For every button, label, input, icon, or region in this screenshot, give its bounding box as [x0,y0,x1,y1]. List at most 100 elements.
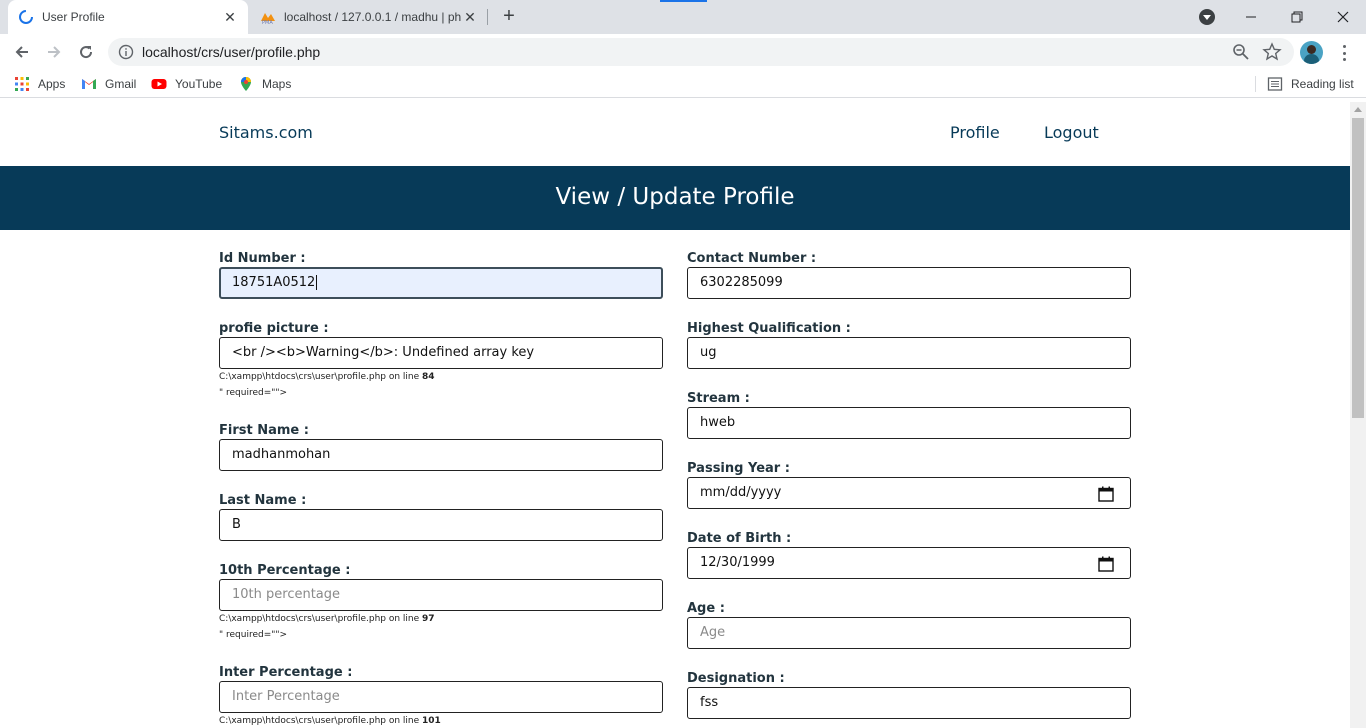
arrow-right-icon [48,46,61,58]
gmail-icon [82,79,96,89]
nav-profile-link[interactable]: Profile [950,123,1000,142]
id-number-input[interactable]: 18751A0512 [219,267,663,299]
bookmarks-bar: Apps Gmail YouTube Maps Reading list [0,70,1366,98]
close-icon [1337,11,1349,23]
page-title-banner: View / Update Profile [0,166,1350,230]
bookmark-label: Apps [38,77,66,91]
age-field: Age : Age [687,601,1131,649]
inter-percentage-label: Inter Percentage : [219,665,353,680]
last-name-field: Last Name : B [219,493,663,541]
bookmark-label: Gmail [105,77,137,91]
forward-button[interactable] [42,40,66,64]
inter-percentage-input[interactable]: Inter Percentage [219,681,663,713]
arrow-left-icon [15,46,28,58]
close-tab-icon[interactable]: ✕ [222,9,238,26]
svg-text:PMA: PMA [262,20,273,25]
site-brand-link[interactable]: Sitams.com [219,123,313,142]
qualification-input[interactable]: ug [687,337,1131,369]
first-name-input[interactable]: madhanmohan [219,439,663,471]
tab-search-icon[interactable] [1199,9,1215,25]
bookmark-youtube[interactable]: YouTube [151,76,222,92]
php-warning-tail: " required=""> [219,388,288,398]
bookmark-maps[interactable]: Maps [238,76,291,92]
page-scrollbar[interactable] [1350,102,1366,728]
info-icon[interactable] [118,44,134,60]
back-button[interactable] [10,40,34,64]
tenth-percentage-field: 10th Percentage : 10th percentage C:\xam… [219,563,663,640]
page-title: View / Update Profile [555,184,795,210]
new-tab-button[interactable]: + [498,6,520,28]
tab-title: localhost / 127.0.0.1 / madhu | ph [284,10,462,24]
bookmarks-divider [1255,76,1256,92]
last-name-input[interactable]: B [219,509,663,541]
profile-picture-label: profie picture : [219,321,329,336]
browser-menu-icon[interactable] [1336,43,1352,63]
stream-input[interactable]: hweb [687,407,1131,439]
contact-number-input[interactable]: 6302285099 [687,267,1131,299]
bookmark-apps[interactable]: Apps [14,76,65,92]
id-number-value: 18751A0512 [232,275,316,290]
zoom-icon[interactable] [1232,43,1250,61]
tenth-percentage-label: 10th Percentage : [219,563,351,578]
stream-label: Stream : [687,391,750,406]
scroll-up-arrow-icon[interactable] [1354,107,1362,112]
close-tab-icon[interactable]: ✕ [462,9,478,26]
bookmark-gmail[interactable]: Gmail [81,76,136,92]
passing-year-input[interactable]: mm/dd/yyyy [687,477,1131,509]
site-navbar: Sitams.com Profile Logout [0,102,1350,166]
restore-button[interactable] [1274,0,1320,34]
reload-button[interactable] [74,40,98,64]
restore-icon [1291,11,1303,23]
nav-logout-link[interactable]: Logout [1044,123,1099,142]
reading-list-label: Reading list [1291,77,1354,91]
tab-divider [487,9,488,25]
phpmyadmin-icon: PMA [261,13,275,25]
reading-list-button[interactable]: Reading list [1267,76,1354,92]
designation-input[interactable]: fss [687,687,1131,719]
apps-grid-icon [15,77,29,91]
contact-number-field: Contact Number : 6302285099 [687,251,1131,299]
passing-year-label: Passing Year : [687,461,790,476]
inter-percentage-field: Inter Percentage : Inter Percentage C:\x… [219,665,663,726]
tab-phpmyadmin[interactable]: PMA localhost / 127.0.0.1 / madhu | ph ✕ [250,0,488,34]
url-text[interactable]: localhost/crs/user/profile.php [142,44,320,60]
scrollbar-thumb[interactable] [1352,118,1364,418]
calendar-icon[interactable] [1098,556,1114,572]
last-name-label: Last Name : [219,493,307,508]
qualification-label: Highest Qualification : [687,321,851,336]
php-warning-text: C:\xampp\htdocs\crs\user\profile.php on … [219,614,435,624]
date-of-birth-input[interactable]: 12/30/1999 [687,547,1131,579]
tenth-percentage-input[interactable]: 10th percentage [219,579,663,611]
reading-list-icon [1267,77,1283,91]
tab-title: User Profile [42,10,105,24]
bookmark-label: YouTube [175,77,223,91]
address-bar[interactable]: localhost/crs/user/profile.php [108,38,1294,66]
passing-year-field: Passing Year : mm/dd/yyyy [687,461,1131,509]
tab-user-profile[interactable]: User Profile ✕ [8,0,248,34]
date-of-birth-field: Date of Birth : 12/30/1999 [687,531,1131,579]
age-input[interactable]: Age [687,617,1131,649]
tab-drag-indicator [660,0,707,2]
date-of-birth-label: Date of Birth : [687,531,792,546]
profile-avatar[interactable] [1300,41,1323,64]
php-warning-text: C:\xampp\htdocs\crs\user\profile.php on … [219,716,441,726]
contact-number-label: Contact Number : [687,251,817,266]
calendar-icon[interactable] [1098,486,1114,502]
text-caret [316,275,318,290]
id-number-field: Id Number : 18751A0512 [219,251,663,299]
profile-picture-field: profie picture : <br /><b>Warning</b>: U… [219,321,663,398]
profile-form: Id Number : 18751A0512 profie picture : … [0,230,1350,728]
profile-picture-input[interactable]: <br /><b>Warning</b>: Undefined array ke… [219,337,663,369]
first-name-label: First Name : [219,423,309,438]
qualification-field: Highest Qualification : ug [687,321,1131,369]
minimize-icon [1246,16,1256,18]
maps-icon [241,77,251,91]
id-number-label: Id Number : [219,251,306,266]
reload-icon [80,46,93,59]
designation-label: Designation : [687,671,785,686]
page-viewport: Sitams.com Profile Logout View / Update … [0,102,1350,728]
minimize-button[interactable] [1228,0,1274,34]
youtube-icon [151,79,167,89]
close-window-button[interactable] [1320,0,1366,34]
bookmark-star-icon[interactable] [1262,42,1282,62]
